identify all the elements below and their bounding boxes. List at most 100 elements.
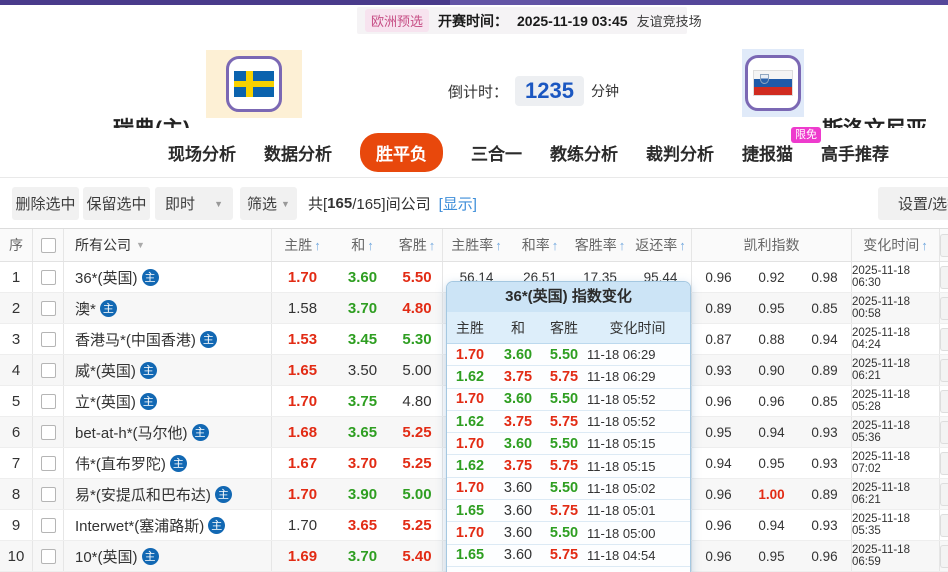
- odds-draw[interactable]: 3.65: [333, 417, 392, 447]
- odds-draw[interactable]: 3.45: [333, 324, 392, 354]
- company-cell[interactable]: 香港马*(中国香港) 主: [64, 324, 272, 354]
- popup-odds-draw: 3.60: [503, 435, 533, 452]
- popup-odds-away: 5.50: [549, 391, 579, 408]
- odds-home[interactable]: 1.67: [272, 448, 333, 478]
- col-header-change-time[interactable]: 变化时间 ↑: [852, 229, 940, 261]
- col-header-draw-rate[interactable]: 和率 ↑: [510, 229, 570, 261]
- tab-jiebao-cat[interactable]: 捷报猫 限免: [742, 127, 821, 165]
- odds-away[interactable]: 5.25: [392, 417, 443, 447]
- row-checkbox[interactable]: [40, 455, 56, 471]
- change-time: 2025-11-18 05:28: [852, 386, 940, 416]
- clipped-column: [940, 293, 948, 323]
- kelly-away: 0.85: [811, 393, 838, 409]
- count-rest: /165]间公司: [352, 195, 431, 213]
- row-checkbox[interactable]: [40, 517, 56, 533]
- settings-select-company-button[interactable]: 设置/选择: [878, 187, 948, 220]
- company-cell[interactable]: 立*(英国) 主: [64, 386, 272, 416]
- tab-three-in-one[interactable]: 三合一: [471, 140, 522, 165]
- chevron-down-icon: ▼: [136, 240, 145, 250]
- odds-draw[interactable]: 3.65: [333, 510, 392, 540]
- odds-home[interactable]: 1.70: [272, 386, 333, 416]
- odds-home[interactable]: 1.69: [272, 541, 333, 571]
- tab-referee-analysis[interactable]: 裁判分析: [646, 140, 714, 165]
- kelly-cell: 0.96 0.95 0.96: [692, 541, 852, 571]
- time-filter-select[interactable]: 即时 ▼: [155, 187, 233, 220]
- company-cell[interactable]: 澳* 主: [64, 293, 272, 323]
- odds-away[interactable]: 5.30: [392, 324, 443, 354]
- company-cell[interactable]: bet-at-h*(马尔他) 主: [64, 417, 272, 447]
- odds-draw[interactable]: 3.70: [333, 541, 392, 571]
- change-time: 2025-11-18 06:21: [852, 479, 940, 509]
- tab-coach-analysis[interactable]: 教练分析: [550, 140, 618, 165]
- odds-away[interactable]: 5.40: [392, 541, 443, 571]
- col-header-home-odds[interactable]: 主胜 ↑: [272, 229, 333, 261]
- company-cell[interactable]: 伟*(直布罗陀) 主: [64, 448, 272, 478]
- odds-home[interactable]: 1.65: [272, 355, 333, 385]
- odds-away[interactable]: 4.80: [392, 293, 443, 323]
- popup-col-away: 客胜: [550, 319, 578, 336]
- row-index: 3: [0, 324, 33, 354]
- kelly-cell: 0.87 0.88 0.94: [692, 324, 852, 354]
- row-checkbox[interactable]: [40, 486, 56, 502]
- row-checkbox[interactable]: [40, 424, 56, 440]
- clipped-column: [940, 262, 948, 292]
- popup-row: 1.62 3.75 5.75 11-18 06:29: [447, 366, 690, 389]
- company-cell[interactable]: 易*(安提瓜和巴布达) 主: [64, 479, 272, 509]
- odds-home[interactable]: 1.70: [272, 479, 333, 509]
- col-header-draw-odds[interactable]: 和 ↑: [333, 229, 392, 261]
- col-header-index: 序: [0, 229, 33, 261]
- odds-away[interactable]: 5.00: [392, 355, 443, 385]
- row-checkbox[interactable]: [40, 269, 56, 285]
- odds-home[interactable]: 1.53: [272, 324, 333, 354]
- odds-draw[interactable]: 3.90: [333, 479, 392, 509]
- col-header-return-rate[interactable]: 返还率 ↑: [630, 229, 692, 261]
- show-link[interactable]: [显示]: [439, 193, 477, 214]
- col-header-home-rate[interactable]: 主胜率 ↑: [443, 229, 510, 261]
- slovenia-flag-icon: [753, 70, 793, 96]
- odds-away[interactable]: 4.80: [392, 386, 443, 416]
- odds-draw[interactable]: 3.75: [333, 386, 392, 416]
- tab-data-analysis[interactable]: 数据分析: [264, 140, 332, 165]
- company-cell[interactable]: 威*(英国) 主: [64, 355, 272, 385]
- odds-home[interactable]: 1.70: [272, 262, 333, 292]
- tab-expert-picks[interactable]: 高手推荐: [821, 140, 889, 165]
- kelly-draw: 0.94: [758, 424, 785, 440]
- company-cell[interactable]: 36*(英国) 主: [64, 262, 272, 292]
- company-cell[interactable]: 10*(英国) 主: [64, 541, 272, 571]
- row-checkbox-cell: [33, 386, 64, 416]
- row-checkbox[interactable]: [40, 362, 56, 378]
- col-header-away-rate[interactable]: 客胜率 ↑: [570, 229, 630, 261]
- company-name: 伟*(直布罗陀): [75, 455, 166, 473]
- odds-home[interactable]: 1.70: [272, 510, 333, 540]
- countdown-label: 倒计时：: [448, 83, 509, 101]
- odds-away[interactable]: 5.25: [392, 510, 443, 540]
- odds-home[interactable]: 1.58: [272, 293, 333, 323]
- row-checkbox[interactable]: [40, 300, 56, 316]
- popup-odds-draw: 3.60: [503, 391, 533, 408]
- row-checkbox[interactable]: [40, 393, 56, 409]
- kelly-away: 0.93: [811, 517, 838, 533]
- odds-away[interactable]: 5.00: [392, 479, 443, 509]
- odds-draw[interactable]: 3.60: [333, 262, 392, 292]
- odds-draw[interactable]: 3.50: [333, 355, 392, 385]
- tab-live-analysis[interactable]: 现场分析: [168, 140, 236, 165]
- company-cell[interactable]: Interwet*(塞浦路斯) 主: [64, 510, 272, 540]
- row-checkbox[interactable]: [40, 331, 56, 347]
- odds-draw[interactable]: 3.70: [333, 448, 392, 478]
- kelly-home: 0.87: [705, 331, 732, 347]
- col-header-away-odds[interactable]: 客胜 ↑: [392, 229, 443, 261]
- delete-selected-button[interactable]: 删除选中: [12, 187, 79, 220]
- col-header-company[interactable]: 所有公司 ▼: [64, 229, 272, 261]
- filter-select[interactable]: 筛选 ▼: [240, 187, 297, 220]
- popup-odds-home: 1.70: [455, 391, 485, 408]
- select-all-checkbox[interactable]: [40, 237, 56, 253]
- odds-away[interactable]: 5.50: [392, 262, 443, 292]
- odds-home[interactable]: 1.68: [272, 417, 333, 447]
- keep-selected-button[interactable]: 保留选中: [83, 187, 150, 220]
- tab-win-draw-lose[interactable]: 胜平负: [360, 133, 443, 172]
- row-checkbox[interactable]: [40, 548, 56, 564]
- odds-away[interactable]: 5.25: [392, 448, 443, 478]
- odds-draw[interactable]: 3.70: [333, 293, 392, 323]
- popup-row: 1.65 3.60 5.75 11-18 04:54: [447, 545, 690, 567]
- primary-company-icon: 主: [169, 454, 187, 472]
